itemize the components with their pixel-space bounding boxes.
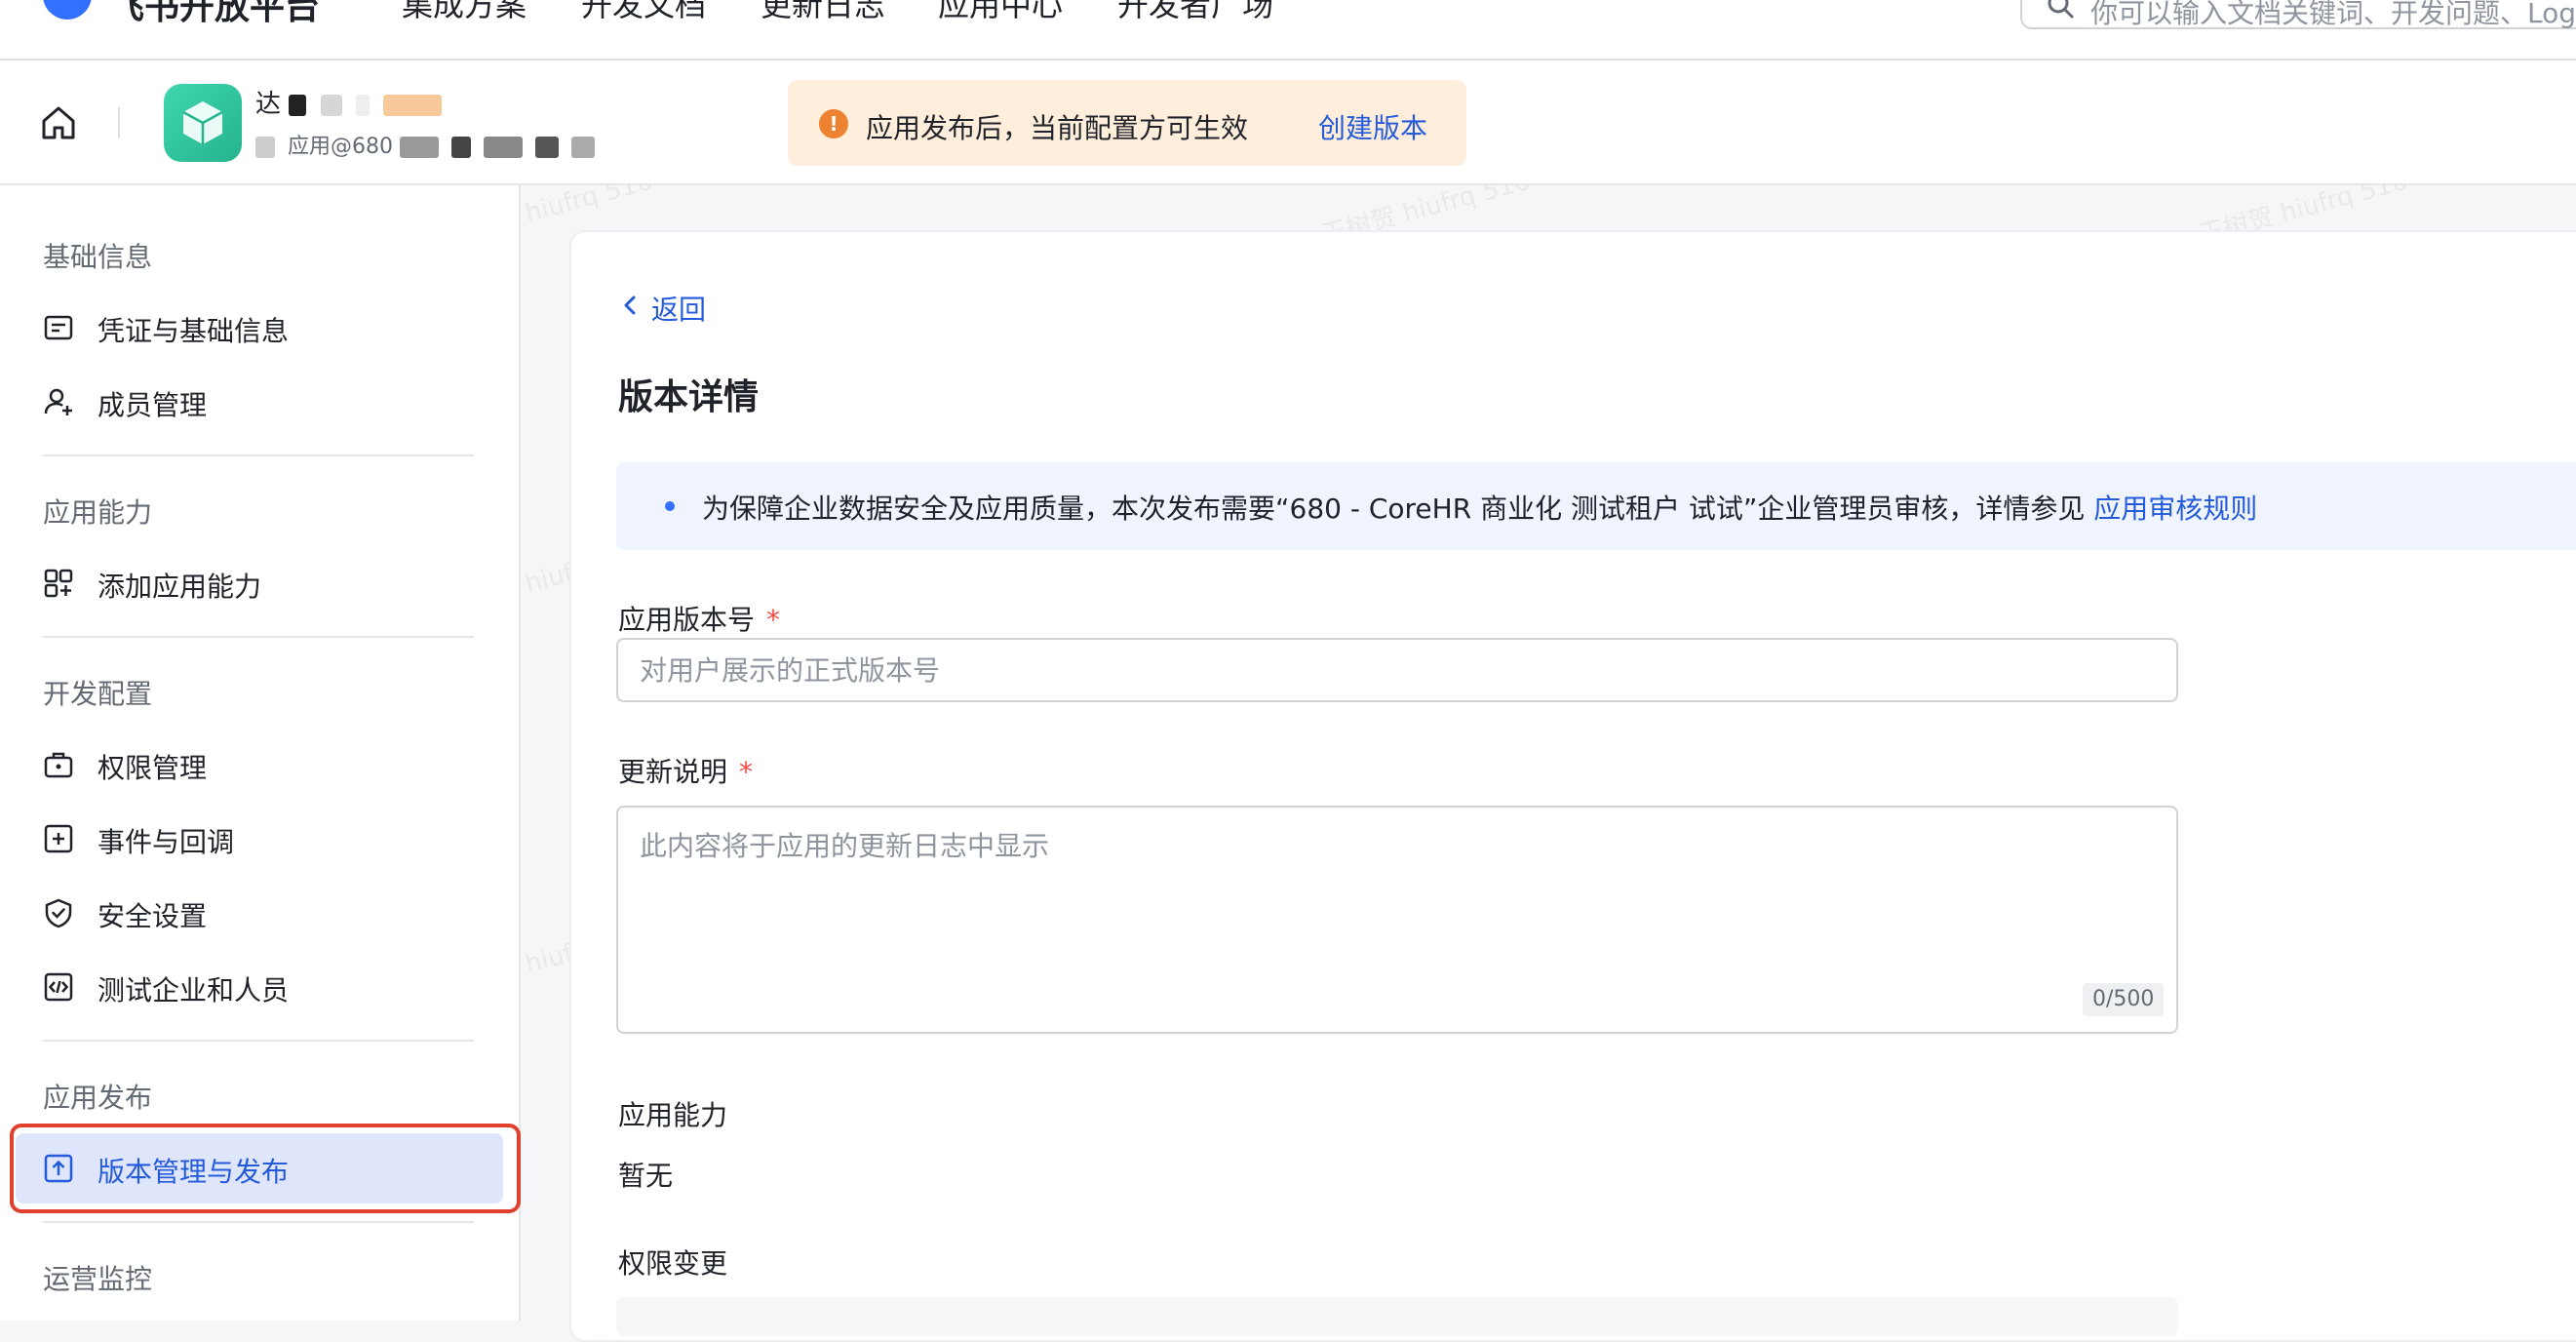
- sidebar-item-label: 成员管理: [98, 389, 208, 421]
- top-navigation: 飞书开放平台 集成方案 开发文档 更新日志 应用中心 开发者广场 你可以输入文档…: [0, 0, 2576, 60]
- sidebar-item-label: 测试企业和人员: [98, 974, 290, 1006]
- app-capability-label: 应用能力: [618, 1099, 728, 1131]
- redacted-block: [255, 137, 275, 158]
- sidebar-divider: [43, 636, 474, 638]
- bullet-dot: [665, 501, 675, 511]
- id-card-icon: [44, 315, 73, 340]
- review-rules-link[interactable]: 应用审核规则: [2093, 493, 2257, 525]
- char-counter: 0/500: [2083, 983, 2165, 1016]
- briefcase-lock-icon: [44, 752, 73, 778]
- page-title: 版本详情: [618, 377, 760, 417]
- redacted-block: [484, 137, 523, 158]
- redacted-block: [535, 137, 559, 158]
- app-subtitle: 应用@680: [255, 129, 601, 159]
- app-subtitle-visible: 应用@680: [288, 135, 393, 159]
- warning-icon: !: [819, 109, 848, 138]
- sidebar-item-security[interactable]: 安全设置: [43, 893, 472, 932]
- version-number-label: 应用版本号 *: [618, 599, 780, 638]
- version-number-input[interactable]: [616, 638, 2178, 702]
- sidebar-item-label: 版本管理与发布: [98, 1156, 290, 1188]
- permission-changes-box: [616, 1297, 2178, 1336]
- sidebar-item-label: 添加应用能力: [98, 571, 262, 603]
- sidebar-item-version-release[interactable]: 版本管理与发布: [43, 1149, 472, 1188]
- sidebar-divider: [43, 1221, 474, 1223]
- doc-search-box[interactable]: 你可以输入文档关键词、开发问题、Log: [2020, 0, 2576, 29]
- add-user-icon: [44, 388, 72, 415]
- redacted-block: [289, 94, 307, 116]
- sidebar-group-publish: 应用发布: [43, 1082, 153, 1114]
- redacted-block: [320, 94, 342, 116]
- nav-item-docs[interactable]: 开发文档: [581, 0, 706, 25]
- code-icon: [44, 972, 73, 1002]
- create-version-link[interactable]: 创建版本: [1318, 107, 1427, 146]
- sidebar: 基础信息 凭证与基础信息 成员管理 应用能力 添加应用能力 开发配置 权限管理 …: [0, 185, 521, 1321]
- nav-item-changelog[interactable]: 更新日志: [761, 0, 885, 25]
- sidebar-item-members[interactable]: 成员管理: [43, 382, 472, 421]
- redacted-block: [451, 137, 471, 158]
- sidebar-item-label: 权限管理: [98, 752, 208, 784]
- sidebar-item-add-capability[interactable]: 添加应用能力: [43, 564, 472, 603]
- version-number-label-text: 应用版本号: [618, 604, 756, 636]
- sidebar-item-label: 安全设置: [98, 900, 208, 932]
- release-notes-textarea[interactable]: [616, 806, 2178, 1034]
- permission-changes-label: 权限变更: [618, 1247, 728, 1280]
- home-icon[interactable]: [39, 103, 78, 142]
- required-mark: *: [766, 604, 781, 636]
- sidebar-group-capabilities: 应用能力: [43, 496, 153, 529]
- platform-logo-text[interactable]: 飞书开放平台: [109, 0, 320, 29]
- redacted-block: [400, 137, 439, 158]
- platform-logo-icon[interactable]: [43, 0, 92, 20]
- sidebar-item-credentials[interactable]: 凭证与基础信息: [43, 308, 472, 347]
- sidebar-group-dev-config: 开发配置: [43, 678, 153, 710]
- search-placeholder: 你可以输入文档关键词、开发问题、Log: [2090, 0, 2576, 29]
- sidebar-group-basic: 基础信息: [43, 241, 153, 273]
- sidebar-item-label: 事件与回调: [98, 826, 235, 858]
- sidebar-divider: [43, 1040, 474, 1042]
- app-capability-value: 暂无: [618, 1160, 674, 1192]
- required-mark: *: [739, 756, 754, 788]
- upload-icon: [44, 1154, 73, 1183]
- nav-item-solutions[interactable]: 集成方案: [402, 0, 527, 25]
- nav-item-developer-square[interactable]: 开发者广场: [1117, 0, 1273, 25]
- redacted-block: [355, 94, 370, 116]
- sidebar-group-monitoring: 运营监控: [43, 1263, 153, 1295]
- shield-check-icon: [45, 898, 72, 928]
- review-info-message: 为保障企业数据安全及应用质量，本次发布需要“680 - CoreHR 商业化 测…: [702, 493, 2086, 525]
- header-divider: [118, 107, 120, 138]
- nav-item-app-center[interactable]: 应用中心: [938, 0, 1063, 25]
- search-icon: [2048, 0, 2074, 19]
- add-apps-icon: [44, 569, 73, 598]
- redacted-block: [571, 137, 595, 158]
- app-header: 达 应用@680 ! 应用发布后，当前配置方可生效 创建版本: [0, 60, 2576, 185]
- content-card: [569, 230, 2576, 1342]
- chevron-left-icon: [624, 296, 636, 315]
- event-plus-icon: [44, 824, 73, 853]
- back-label: 返回: [651, 294, 707, 326]
- notice-text: 应用发布后，当前配置方可生效: [866, 112, 1249, 144]
- cube-icon: [182, 101, 223, 144]
- app-name-prefix: 达: [255, 90, 282, 119]
- redacted-block: [383, 94, 443, 116]
- sidebar-item-test-tenants[interactable]: 测试企业和人员: [43, 967, 472, 1006]
- release-notes-label: 更新说明 *: [618, 751, 753, 790]
- release-notes-label-text: 更新说明: [618, 756, 728, 788]
- review-info-text: 为保障企业数据安全及应用质量，本次发布需要“680 - CoreHR 商业化 测…: [702, 488, 2257, 527]
- sidebar-divider: [43, 454, 474, 456]
- review-info-bar: 为保障企业数据安全及应用质量，本次发布需要“680 - CoreHR 商业化 测…: [616, 462, 2576, 550]
- publish-notice: ! 应用发布后，当前配置方可生效 创建版本: [788, 80, 1466, 166]
- app-avatar: [164, 84, 242, 162]
- sidebar-item-label: 凭证与基础信息: [98, 315, 290, 347]
- sidebar-item-events[interactable]: 事件与回调: [43, 819, 472, 858]
- app-name: 达: [255, 84, 448, 119]
- sidebar-item-permissions[interactable]: 权限管理: [43, 745, 472, 784]
